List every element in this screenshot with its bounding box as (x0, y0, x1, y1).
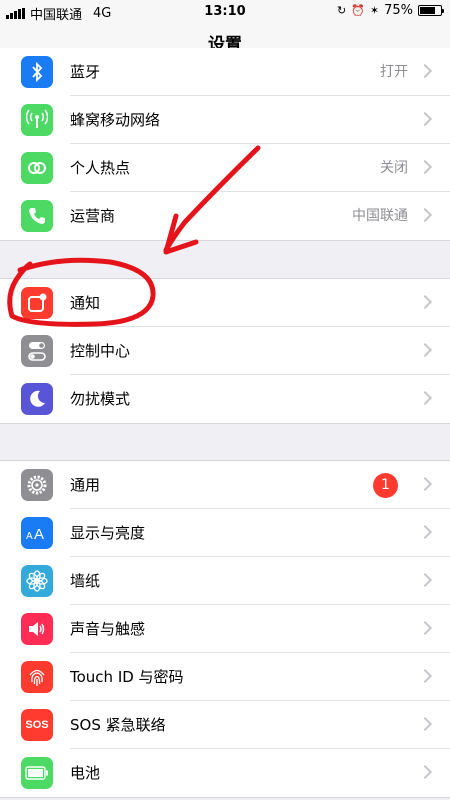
row-value: 关闭 (380, 160, 408, 176)
sos-icon-text: SOS (25, 719, 49, 731)
settings-row-touch-id[interactable]: Touch ID 与密码 (0, 653, 450, 701)
screen-lock-icon: ↻ (336, 4, 347, 17)
chevron-right-icon (417, 390, 433, 406)
settings-row-cellular[interactable]: 蜂窝移动网络 (0, 96, 450, 144)
chevron-right-icon (417, 524, 433, 540)
settings-group-general: 通用 1 AA 显示与亮度 墙纸 声音与触感 Touch ID 与密码 SOS … (0, 460, 450, 798)
settings-row-battery[interactable]: 电池 (0, 749, 450, 797)
bluetooth-icon (21, 56, 53, 88)
phone-icon (21, 200, 53, 232)
settings-group-notifications: 通知 控制中心 勿扰模式 (0, 278, 450, 424)
settings-row-general[interactable]: 通用 1 (0, 461, 450, 509)
svg-text:A: A (26, 531, 33, 542)
row-label: 声音与触感 (70, 620, 146, 638)
row-value: 打开 (380, 64, 408, 80)
speaker-icon (21, 613, 53, 645)
row-label: 蓝牙 (70, 63, 101, 81)
row-label: 通用 (70, 476, 101, 494)
settings-row-wallpaper[interactable]: 墙纸 (0, 557, 450, 605)
update-badge: 1 (373, 473, 398, 498)
settings-row-do-not-disturb[interactable]: 勿扰模式 (0, 375, 450, 423)
row-label: 控制中心 (70, 342, 131, 360)
flower-icon (21, 565, 53, 597)
row-label: 墙纸 (70, 572, 101, 590)
bluetooth-status-icon: ✶ (369, 4, 380, 17)
chevron-right-icon (417, 476, 433, 492)
row-label: 通知 (70, 294, 101, 312)
settings-row-notifications[interactable]: 通知 (0, 279, 450, 327)
battery-status-icon (418, 5, 444, 16)
chevron-right-icon (417, 342, 433, 358)
notifications-icon (21, 287, 53, 319)
row-label: 勿扰模式 (70, 390, 131, 408)
chevron-right-icon (417, 620, 433, 636)
fingerprint-icon (21, 661, 53, 693)
chevron-right-icon (417, 207, 433, 223)
settings-group-connectivity: 蓝牙 打开 蜂窝移动网络 个人热点 关闭 运营商 中国联通 (0, 48, 450, 241)
gear-icon (21, 469, 53, 501)
chevron-right-icon (417, 159, 433, 175)
settings-row-display[interactable]: AA 显示与亮度 (0, 509, 450, 557)
battery-icon (21, 757, 53, 789)
chevron-right-icon (417, 572, 433, 588)
settings-row-bluetooth[interactable]: 蓝牙 打开 (0, 48, 450, 96)
control-center-icon (21, 335, 53, 367)
settings-row-hotspot[interactable]: 个人热点 关闭 (0, 144, 450, 192)
chevron-right-icon (417, 294, 433, 310)
svg-text:A: A (34, 526, 44, 543)
moon-icon (21, 383, 53, 415)
row-label: 运营商 (70, 207, 116, 225)
row-label: 蜂窝移动网络 (70, 111, 161, 129)
antenna-icon (21, 104, 53, 136)
chevron-right-icon (417, 716, 433, 732)
status-bar: 中国联通 4G 13:10 ↻ ⏰ ✶ 75% (0, 0, 450, 24)
chevron-right-icon (417, 111, 433, 127)
text-size-icon: AA (21, 517, 53, 549)
settings-row-carrier[interactable]: 运营商 中国联通 (0, 192, 450, 240)
row-label: 电池 (70, 764, 101, 782)
battery-percent: 75% (384, 3, 413, 18)
chevron-right-icon (417, 63, 433, 79)
row-label: Touch ID 与密码 (70, 668, 184, 686)
row-label: 显示与亮度 (70, 524, 146, 542)
settings-row-sounds[interactable]: 声音与触感 (0, 605, 450, 653)
row-label: SOS 紧急联络 (70, 716, 166, 734)
alarm-icon: ⏰ (351, 4, 365, 17)
hotspot-icon (21, 152, 53, 184)
sos-icon: SOS (21, 709, 53, 741)
row-label: 个人热点 (70, 159, 131, 177)
chevron-right-icon (417, 668, 433, 684)
settings-row-sos[interactable]: SOS SOS 紧急联络 (0, 701, 450, 749)
row-value: 中国联通 (352, 208, 408, 224)
settings-row-control-center[interactable]: 控制中心 (0, 327, 450, 375)
chevron-right-icon (417, 764, 433, 780)
